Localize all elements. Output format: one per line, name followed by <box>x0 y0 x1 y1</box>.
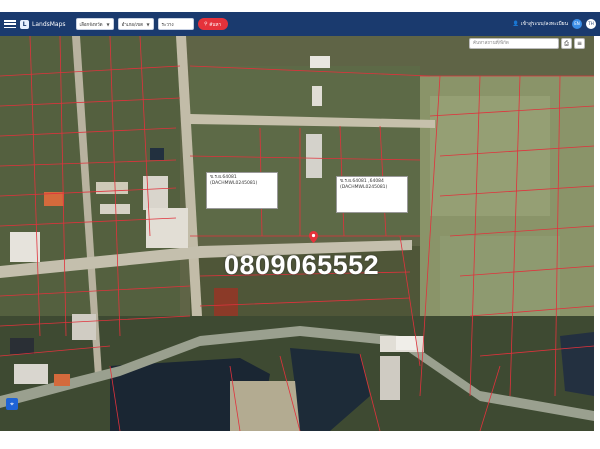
building <box>100 204 130 214</box>
province-select[interactable]: เลือกจังหวัด ▼ <box>75 18 114 30</box>
parcel-label: ข.ร.ผ.64081 ,64084 (DACHMWL0245081) <box>336 176 408 213</box>
lang-en-button[interactable]: EN <box>572 19 582 29</box>
lang-th-button[interactable]: TH <box>586 19 596 29</box>
top-navbar: L LandsMaps เลือกจังหวัด ▼ อำเภอ/เขต ▼ ร… <box>0 12 600 36</box>
building <box>54 374 70 386</box>
building <box>96 182 128 194</box>
building <box>146 208 188 248</box>
building <box>10 338 34 354</box>
login-label: เข้าสู่ระบบ/ลงทะเบียน <box>520 21 568 27</box>
search-button[interactable]: ⚲ ค้นหา <box>197 18 228 30</box>
map-search-input[interactable]: ค้นหาสถานที่/พิกัด <box>469 38 559 49</box>
pond-right <box>560 332 594 396</box>
building <box>306 134 322 178</box>
location-icon[interactable]: ⌖ <box>6 398 18 410</box>
parcel-number-input[interactable]: ระวาง <box>157 18 194 30</box>
building <box>10 232 40 262</box>
print-icon[interactable]: ⎙ <box>561 38 572 49</box>
search-icon: ⚲ <box>204 21 208 27</box>
building <box>312 86 322 106</box>
province-select-value: เลือกจังหวัด <box>79 22 103 28</box>
app-logo[interactable]: L LandsMaps <box>20 19 66 29</box>
building <box>72 314 96 340</box>
chevron-down-icon: ▼ <box>146 21 150 27</box>
sand-area <box>230 381 300 431</box>
building <box>143 176 168 210</box>
rice-field-light <box>430 96 550 216</box>
building <box>214 288 238 316</box>
layers-icon[interactable]: ≡ <box>574 38 585 49</box>
chevron-down-icon: ▼ <box>106 21 110 27</box>
parcel-number-value: ระวาง <box>161 22 174 28</box>
logo-icon: L <box>20 19 29 29</box>
satellite-map[interactable]: ค้นหาสถานที่/พิกัด ⎙ ≡ ข.ร.ผ.64081 (DACH… <box>0 36 594 431</box>
app-name: LandsMaps <box>32 20 66 28</box>
building <box>380 356 400 400</box>
login-link[interactable]: 👤 เข้าสู่ระบบ/ลงทะเบียน <box>513 20 568 28</box>
header-right: 👤 เข้าสู่ระบบ/ลงทะเบียน EN TH <box>513 19 596 29</box>
building <box>310 56 330 68</box>
search-button-label: ค้นหา <box>209 22 221 28</box>
phone-number-overlay: 0809065552 <box>224 250 380 280</box>
landsmaps-app: L LandsMaps เลือกจังหวัด ▼ อำเภอ/เขต ▼ ร… <box>0 0 600 449</box>
building <box>396 336 416 350</box>
district-select-value: อำเภอ/เขต <box>121 22 144 28</box>
building <box>14 364 48 384</box>
building <box>150 148 164 160</box>
user-icon: 👤 <box>512 21 519 27</box>
map-pin-icon[interactable] <box>309 231 318 243</box>
map-canvas <box>0 36 594 431</box>
district-select[interactable]: อำเภอ/เขต ▼ <box>117 18 154 30</box>
hamburger-icon[interactable] <box>4 18 16 30</box>
parcel-label: ข.ร.ผ.64081 (DACHMWL0245081) <box>206 172 278 209</box>
